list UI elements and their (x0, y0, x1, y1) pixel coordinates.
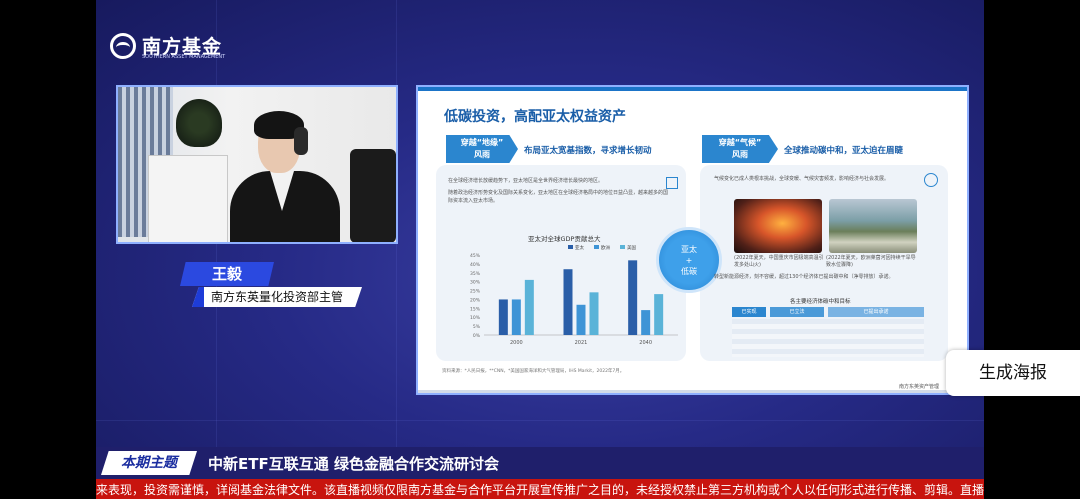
brand-subtitle: SOUTHERN ASSET MANAGEMENT (142, 54, 226, 60)
left-header: 布局亚太宽基指数，寻求增长韧动 (524, 146, 652, 156)
wildfire-photo (734, 199, 822, 253)
bar (641, 310, 651, 335)
speaker-title: 南方东英量化投资部主管 (192, 287, 362, 307)
right-bullet-1: 气候变化已成人类根本挑战，全球变暖、气候灾害频发，影响经济与社会发展。 (714, 175, 924, 183)
photo-caption: (2022年夏天，中国重庆市因极端高温引发多处山火) (734, 255, 824, 268)
legend-swatch (568, 245, 573, 249)
table-col-header: 已提出承诺 (828, 307, 924, 317)
presentation-slide: 低碳投资，高配亚太权益资产 穿越“地缘” 风雨 布局亚太宽基指数，寻求增长韧动 … (416, 85, 969, 395)
ticker-text: 来表现，投资需谨慎，详阅基金法律文件。该直播视频仅限南方基金与合作平台开展宣传推… (96, 483, 984, 497)
globe-icon (924, 173, 938, 187)
left-bullets: 在全球经济增长放缓趋势下，亚太地区是全世界经济增长最快的地区。 随着政治经济形势… (448, 177, 668, 205)
y-tick-label: 20% (470, 297, 481, 303)
x-tick-label: 2000 (510, 340, 523, 346)
legend-label: 欧洲 (601, 244, 610, 251)
left-bullet: 随着政治经济形势变化及国际关系变化，亚太地区在全球经济格局中的地位日益凸显，越来… (448, 190, 669, 204)
speaker-video (116, 85, 398, 244)
y-tick-label: 45% (470, 253, 481, 259)
bar (576, 304, 586, 335)
x-tick-label: 2021 (575, 340, 588, 346)
center-badge: 亚太 + 低碳 (656, 227, 722, 293)
bar (654, 294, 664, 335)
carbon-neutral-table (732, 319, 924, 357)
generate-poster-button[interactable]: 生成海报 (946, 350, 1080, 396)
y-tick-label: 25% (470, 289, 481, 295)
bar (524, 279, 534, 335)
chart-title: 亚太对全球GDP贡献总大 (528, 235, 601, 243)
bar (563, 269, 573, 335)
y-tick-label: 35% (470, 271, 481, 277)
table-col-header: 已实现 (732, 307, 766, 317)
y-tick-label: 0% (473, 333, 481, 339)
y-tick-label: 30% (470, 280, 481, 286)
y-tick-label: 40% (470, 262, 481, 268)
table-col-header: 已立法 (770, 307, 824, 317)
left-bullet: 在全球经济增长放缓趋势下，亚太地区是全世界经济增长最快的地区。 (448, 178, 604, 184)
bar (628, 260, 638, 335)
photo-caption: (2022年夏天，欧洲莱茵河因持续干旱导致水位骤降) (826, 255, 916, 268)
left-tag: 穿越“地缘” 风雨 (446, 135, 518, 163)
logo-icon (110, 32, 136, 59)
bar (589, 292, 599, 335)
bar (498, 299, 508, 335)
legend-swatch (620, 245, 625, 249)
y-tick-label: 15% (470, 306, 481, 312)
topic-text: 中新ETF互联互通 绿色金融合作交流研讨会 (208, 455, 499, 473)
y-tick-label: 5% (473, 324, 481, 330)
gdp-bar-chart: 0% 5% 10% 15% 20% 25% 30% 35% 40% 45% 亚太 欧洲 美国 2000 20… (470, 244, 678, 346)
bar (511, 299, 521, 335)
right-header: 全球推动碳中和，亚太迫在眉睫 (784, 146, 904, 156)
bar-chart-icon (666, 177, 678, 189)
legend-label: 亚太 (575, 244, 584, 251)
right-bullet: 转型新能源经济，刻不容缓，超过130个经济体已提出碳中和（净零排放）承诺。 (714, 274, 894, 280)
disclaimer-ticker: 来表现，投资需谨慎，详阅基金法律文件。该直播视频仅限南方基金与合作平台开展宣传推… (96, 479, 984, 499)
brand-logo: 南方基金 SOUTHERN ASSET MANAGEMENT (110, 32, 226, 60)
table-title: 各主要经济体碳中和目标 (790, 299, 851, 305)
right-bullet-2: 转型新能源经济，刻不容缓，超过130个经济体已提出碳中和（净零排放）承诺。 (714, 273, 924, 281)
headset-icon (294, 127, 308, 155)
right-tag: 穿越“气候” 风雨 (702, 135, 778, 163)
slide-footnote: 资料来源：*人民日报，**CNN，*美国国家海洋和大气管理局，IHS Marki… (442, 369, 625, 374)
legend-swatch (594, 245, 599, 249)
x-tick-label: 2040 (639, 340, 652, 346)
y-tick-label: 10% (470, 315, 481, 321)
slide-title: 低碳投资，高配亚太权益资产 (444, 109, 626, 125)
topic-tag: 本期主题 (101, 451, 197, 475)
slide-brand: 南方东英资产管理 (898, 384, 939, 390)
drought-river-photo (829, 199, 917, 253)
right-bullet: 气候变化已成人类根本挑战，全球变暖、气候灾害频发，影响经济与社会发展。 (714, 176, 890, 182)
legend-label: 美国 (627, 244, 636, 251)
speaker-name: 王毅 (180, 262, 274, 286)
